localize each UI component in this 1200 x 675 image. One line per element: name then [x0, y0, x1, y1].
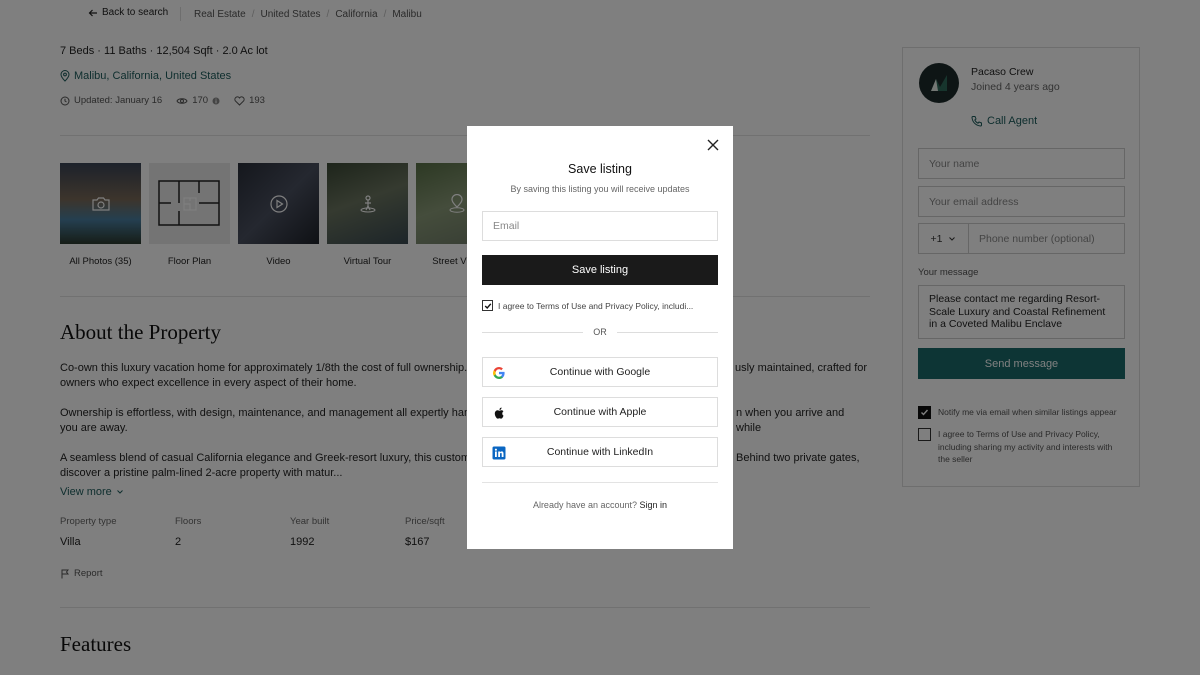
checkmark-icon [484, 302, 491, 309]
terms-and: and [586, 300, 606, 311]
save-listing-modal: Save listing By saving this listing you … [467, 126, 733, 549]
terms-suffix: , includi... [657, 300, 694, 311]
terms-of-use-link[interactable]: Terms of Use [536, 300, 587, 311]
modal-divider [482, 482, 718, 483]
privacy-policy-link[interactable]: Privacy Policy [605, 300, 658, 311]
apple-label: Continue with Apple [553, 406, 647, 418]
modal-subtitle: By saving this listing you will receive … [510, 184, 690, 194]
continue-apple-button[interactable]: Continue with Apple [482, 397, 718, 427]
listing-page: Back to search Real Estate / United Stat… [0, 0, 1200, 675]
continue-google-button[interactable]: Continue with Google [482, 357, 718, 387]
signin-prefix: Already have an account? [532, 500, 640, 510]
terms-prefix: I agree to [498, 300, 537, 311]
google-icon [493, 366, 505, 379]
signin-row: Already have an account? Sign in [467, 500, 733, 510]
or-divider: OR [482, 327, 718, 337]
close-icon[interactable] [706, 138, 720, 152]
modal-terms-checkbox[interactable] [482, 300, 493, 311]
modal-title: Save listing [568, 162, 632, 176]
or-label: OR [593, 327, 607, 337]
linkedin-icon [492, 446, 506, 460]
continue-linkedin-button[interactable]: Continue with LinkedIn [482, 437, 718, 467]
modal-save-button[interactable]: Save listing [482, 255, 718, 285]
linkedin-label: Continue with LinkedIn [546, 446, 654, 458]
modal-email-input[interactable]: Email [482, 211, 718, 241]
google-label: Continue with Google [549, 366, 651, 378]
apple-icon [494, 407, 504, 419]
sign-in-link[interactable]: Sign in [640, 500, 668, 510]
modal-terms-text: I agree to Terms of Use and Privacy Poli… [498, 300, 694, 311]
modal-terms-row: I agree to Terms of Use and Privacy Poli… [482, 300, 718, 311]
